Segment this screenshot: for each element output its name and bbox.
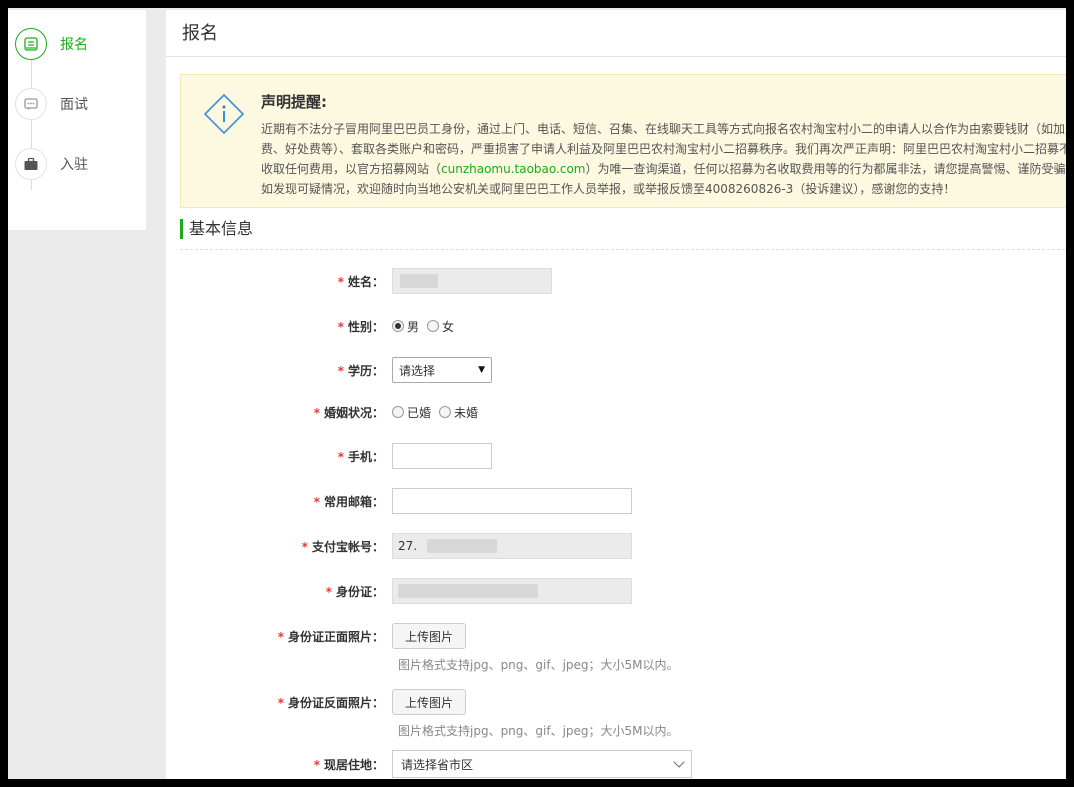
name-input[interactable] [392,268,552,294]
notice-box: 声明提醒: 近期有不法分子冒用阿里巴巴员工身份，通过上门、电话、短信、召集、在线… [180,74,1066,208]
field-label: * 婚姻状况： [313,405,384,420]
step-onboard[interactable]: 入驻 [15,148,135,180]
field-idcard-row: * 身份证： [166,576,1066,606]
section-divider [180,249,1066,250]
notice-report-text: 如发现可疑情况，欢迎随时向当地公安机关或阿里巴巴工作人员举报，或举报反馈至400… [261,182,956,196]
email-input[interactable] [392,488,632,514]
field-label: * 身份证： [325,584,384,599]
field-label: * 支付宝帐号： [301,539,384,554]
field-label: * 姓名： [337,274,384,289]
form-icon [15,28,47,60]
field-label: * 身份证正面照片： [277,629,384,644]
field-label: * 身份证反面照片： [277,695,384,710]
field-email-row: * 常用邮箱： [166,486,1066,516]
alipay-value: 27. [398,539,418,553]
page-title: 报名 [166,10,1066,57]
redacted-value [398,584,538,598]
upload-hint: 图片格式支持jpg、png、gif、jpeg；大小5M以内。 [398,724,679,738]
marital-unmarried-radio[interactable]: 未婚 [439,404,478,421]
upload-idfront-button[interactable]: 上传图片 [392,623,467,649]
briefcase-icon [15,148,47,180]
redacted-value [427,539,498,553]
step-label: 面试 [60,97,88,113]
notice-title: 声明提醒: [261,93,327,111]
field-residence-row: * 现居住地： 请选择省市区 [166,749,1066,779]
gender-male-radio[interactable]: 男 [392,318,419,335]
step-label: 入驻 [60,157,88,173]
redacted-value [400,274,438,288]
gender-female-radio[interactable]: 女 [427,318,454,335]
phone-input[interactable] [392,443,492,469]
field-label: * 手机： [337,449,384,464]
field-label: * 性别： [337,319,384,334]
field-idfront-row: * 身份证正面照片： 上传图片 [166,621,1066,651]
field-alipay-row: * 支付宝帐号： 27. [166,531,1066,561]
dropdown-arrow-icon: ▼ [478,365,485,375]
select-value: 请选择 [399,363,436,378]
notice-paragraph: 近期有不法分子冒用阿里巴巴员工身份，通过上门、电话、短信、召集、在线聊天工具等方… [261,119,1066,179]
field-education-row: * 学历： 请选择 ▼ [166,355,1066,385]
main-panel: 报名 声明提醒: 近期有不法分子冒用阿里巴巴员工身份，通过上门、电话、短信、召集… [166,10,1066,779]
radio-dot [392,406,404,418]
radio-dot [427,320,440,332]
notice-text: ）为唯一查询渠道，任何以招募为名收取费用等的行为都属非法，请您提高警惕、谨防受骗… [585,162,1066,176]
marital-married-radio[interactable]: 已婚 [392,404,431,421]
idcard-input[interactable] [392,578,632,604]
field-label: * 常用邮箱： [313,494,384,509]
info-icon [203,93,245,135]
field-name-row: * 姓名： [166,266,1066,296]
upload-hint: 图片格式支持jpg、png、gif、jpeg；大小5M以内。 [398,658,679,672]
step-label: 报名 [60,37,88,53]
radio-dot [392,320,404,332]
select-value: 请选择省市区 [401,757,474,772]
recruit-site-link[interactable]: cunzhaomu.taobao.com [441,162,585,176]
chevron-down-icon [673,756,685,768]
step-interview[interactable]: 面试 [15,88,135,120]
field-phone-row: * 手机： [166,441,1066,471]
step-signup[interactable]: 报名 [15,28,135,60]
section-title: 基本信息 [180,219,253,239]
residence-select[interactable]: 请选择省市区 [392,750,692,778]
upload-idback-button[interactable]: 上传图片 [392,689,467,715]
field-idback-row: * 身份证反面照片： 上传图片 [166,687,1066,717]
radio-dot [439,406,452,418]
field-label: * 现居住地： [313,757,384,772]
field-label: * 学历： [337,363,384,378]
field-marital-row: * 婚姻状况： 已婚 未婚 [166,397,1066,427]
education-select[interactable]: 请选择 ▼ [392,357,492,383]
chat-icon [15,88,47,120]
alipay-input[interactable]: 27. [392,533,632,559]
field-gender-row: * 性别： 男 女 [166,311,1066,341]
app-frame: 报名 面试 入驻 报名 声明提醒: 近期有不法分子冒用阿里巴巴员工身份，通过上门… [8,8,1066,779]
step-sidebar: 报名 面试 入驻 [8,10,146,230]
